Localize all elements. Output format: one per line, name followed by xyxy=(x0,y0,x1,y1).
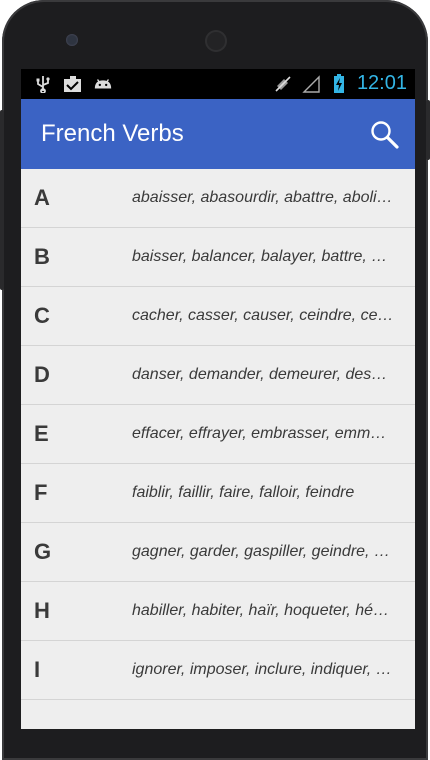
list-item-verbs: gagner, garder, gaspiller, geindre, goût… xyxy=(132,543,394,560)
list-item-letter: H xyxy=(34,598,50,623)
list-item-verbs: cacher, casser, causer, ceindre, cesser xyxy=(132,307,394,324)
list-item[interactable]: I ignorer, imposer, inclure, indiquer, i… xyxy=(21,641,415,700)
list-item-verbs: abaisser, abasourdir, abattre, abolir, a… xyxy=(132,189,394,206)
power-button xyxy=(426,100,430,160)
front-camera xyxy=(66,34,78,46)
phone-frame: 12:01 French Verbs A abaisser, abasourdi… xyxy=(2,0,428,760)
volume-button xyxy=(0,110,4,290)
list-item[interactable]: H habiller, habiter, haïr, hoqueter, hés… xyxy=(21,582,415,641)
status-bar: 12:01 xyxy=(21,69,415,99)
list-item-letter: G xyxy=(34,539,52,564)
android-icon xyxy=(93,75,113,93)
list-item-letter: I xyxy=(34,657,41,682)
list-item-verbs: habiller, habiter, haïr, hoqueter, hésit… xyxy=(132,602,394,619)
list-item-verbs: faiblir, faillir, faire, falloir, feindr… xyxy=(132,484,355,501)
list-item[interactable]: G gagner, garder, gaspiller, geindre, go… xyxy=(21,523,415,582)
earpiece-speaker xyxy=(205,30,227,52)
list-item-letter: E xyxy=(34,421,49,446)
list-item[interactable]: F faiblir, faillir, faire, falloir, fein… xyxy=(21,464,415,523)
app-bar: French Verbs xyxy=(21,99,415,169)
list-item-letter: D xyxy=(34,362,50,387)
list-item-letter: A xyxy=(34,185,50,210)
signal-icon xyxy=(301,74,321,93)
status-clock: 12:01 xyxy=(356,72,407,94)
list-item-letter: F xyxy=(34,480,48,505)
list-item[interactable]: D danser, demander, demeurer, descendre xyxy=(21,346,415,405)
list-item[interactable]: B baisser, balancer, balayer, battre, ba… xyxy=(21,228,415,287)
list-item-verbs: effacer, effrayer, embrasser, emmener xyxy=(132,425,394,442)
verb-list: A abaisser, abasourdir, abattre, abolir,… xyxy=(21,169,415,700)
list-item-letter: C xyxy=(34,303,50,328)
list-item[interactable]: E effacer, effrayer, embrasser, emmener xyxy=(21,405,415,464)
list-item-letter: B xyxy=(34,244,50,269)
search-icon xyxy=(371,121,399,149)
screen: 12:01 French Verbs A abaisser, abasourdi… xyxy=(21,69,415,729)
battery-charging-icon xyxy=(329,73,349,93)
list-item-verbs: baisser, balancer, balayer, battre, bava… xyxy=(132,248,394,265)
clipboard-check-icon xyxy=(63,75,83,93)
list-item[interactable]: A abaisser, abasourdir, abattre, abolir,… xyxy=(21,169,415,228)
app-title: French Verbs xyxy=(41,120,184,147)
mute-icon xyxy=(273,75,293,93)
list-item-verbs: ignorer, imposer, inclure, indiquer, ins… xyxy=(132,661,394,678)
list-item-verbs: danser, demander, demeurer, descendre xyxy=(132,366,394,383)
search-button[interactable] xyxy=(369,119,401,151)
usb-icon xyxy=(33,75,53,93)
list-item[interactable]: C cacher, casser, causer, ceindre, cesse… xyxy=(21,287,415,346)
